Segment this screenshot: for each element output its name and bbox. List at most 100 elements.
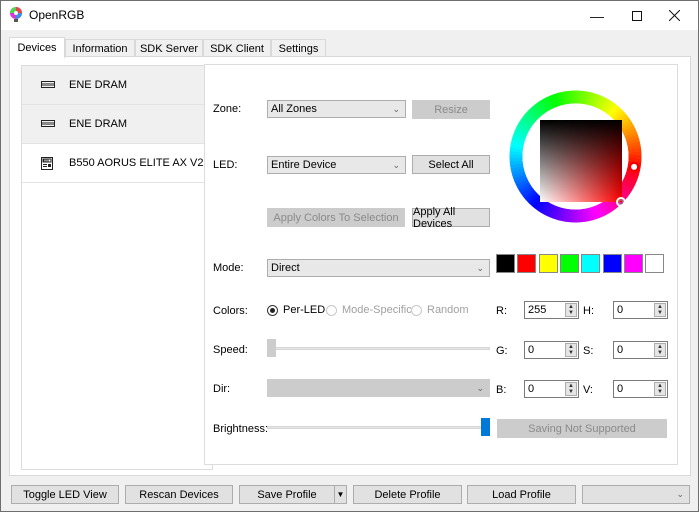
hue-segment	[573, 90, 578, 104]
saturation-value-shade	[540, 120, 622, 202]
color-swatch[interactable]	[559, 254, 579, 273]
mode-label: Mode:	[213, 262, 244, 274]
color-wheel[interactable]	[509, 90, 642, 223]
hue-spinbox[interactable]: 0 ▲ ▼	[613, 301, 668, 319]
save-profile-label: Save Profile	[257, 488, 317, 501]
led-label: LED:	[213, 159, 238, 171]
led-select[interactable]: Entire Device ⌄	[267, 156, 406, 174]
mode-specific-label: Mode-Specific	[342, 304, 412, 316]
per-led-radio[interactable]: Per-LED	[267, 304, 325, 316]
close-icon	[668, 10, 680, 21]
spin-arrows-icon[interactable]: ▲ ▼	[654, 382, 666, 396]
radio-unchecked-icon	[411, 304, 422, 316]
red-spinbox[interactable]: 255 ▲ ▼	[524, 301, 579, 319]
value-value: 0	[617, 383, 624, 395]
select-all-button[interactable]: Select All	[412, 155, 490, 174]
tab-information[interactable]: Information	[65, 39, 135, 57]
red-value: 255	[528, 304, 547, 316]
spin-arrows-icon[interactable]: ▲ ▼	[654, 343, 666, 357]
device-item[interactable]: ENE DRAM	[22, 66, 212, 105]
zone-label: Zone:	[213, 103, 242, 115]
colors-label: Colors:	[213, 305, 248, 317]
spin-arrows-icon[interactable]: ▲ ▼	[654, 303, 666, 317]
mode-specific-radio[interactable]: Mode-Specific	[326, 304, 412, 316]
blue-spinbox[interactable]: 0 ▲ ▼	[524, 380, 579, 398]
save-to-device-button[interactable]: Saving Not Supported	[497, 419, 667, 438]
hue-handle[interactable]	[629, 161, 640, 172]
apply-all-devices-button[interactable]: Apply All Devices	[412, 205, 490, 230]
motherboard-icon	[41, 156, 53, 170]
resize-button[interactable]: Resize	[412, 100, 490, 119]
close-button[interactable]	[651, 1, 697, 30]
dir-label: Dir:	[213, 383, 231, 395]
tab-label: Devices	[17, 42, 57, 54]
tab-sdk-client[interactable]: SDK Client	[203, 39, 271, 57]
openrgb-logo-icon	[10, 7, 22, 22]
device-name: B550 AORUS ELITE AX V2	[69, 157, 204, 169]
blue-value: 0	[528, 383, 535, 395]
mode-select-value: Direct	[271, 262, 300, 274]
color-swatch[interactable]	[496, 254, 515, 273]
color-swatch[interactable]	[581, 254, 601, 273]
saving-not-supported-label: Saving Not Supported	[528, 422, 636, 435]
load-profile-button[interactable]: Load Profile	[467, 485, 576, 504]
g-label: G:	[496, 345, 508, 357]
delete-profile-button[interactable]: Delete Profile	[353, 485, 462, 504]
saturation-value: 0	[617, 344, 624, 356]
title-bar: OpenRGB —	[1, 1, 698, 30]
toggle-led-view-label: Toggle LED View	[23, 488, 107, 501]
chevron-down-icon: ⌄	[392, 104, 400, 114]
tab-sdk-server[interactable]: SDK Server	[135, 39, 203, 57]
spin-arrows-icon[interactable]: ▲ ▼	[565, 303, 577, 317]
mode-select[interactable]: Direct ⌄	[267, 259, 490, 277]
color-swatch[interactable]	[602, 254, 622, 273]
zone-select[interactable]: All Zones ⌄	[267, 100, 406, 118]
chevron-down-icon: ⌄	[476, 383, 484, 393]
radio-checked-icon	[267, 304, 278, 316]
color-swatch[interactable]	[623, 254, 643, 273]
brightness-slider-track[interactable]	[267, 426, 490, 429]
r-label: R:	[496, 305, 507, 317]
brightness-slider-thumb[interactable]	[481, 418, 490, 436]
v-label: V:	[583, 384, 593, 396]
value-spinbox[interactable]: 0 ▲ ▼	[613, 380, 668, 398]
select-all-label: Select All	[428, 158, 474, 171]
rescan-devices-button[interactable]: Rescan Devices	[125, 485, 233, 504]
speed-slider-thumb[interactable]	[267, 339, 276, 357]
tab-settings[interactable]: Settings	[271, 39, 326, 57]
window-title: OpenRGB	[29, 8, 85, 22]
spin-arrows-icon[interactable]: ▲ ▼	[565, 343, 577, 357]
save-profile-button[interactable]: Save Profile	[239, 485, 335, 504]
load-profile-label: Load Profile	[492, 488, 551, 501]
spin-arrows-icon[interactable]: ▲ ▼	[565, 382, 577, 396]
color-swatch[interactable]	[645, 254, 665, 273]
random-radio[interactable]: Random	[411, 304, 469, 316]
toggle-led-view-button[interactable]: Toggle LED View	[11, 485, 119, 504]
device-item[interactable]: ENE DRAM	[22, 105, 212, 144]
color-swatch[interactable]	[517, 254, 537, 273]
hue-segment	[573, 209, 578, 223]
led-select-value: Entire Device	[271, 159, 337, 171]
tab-label: Settings	[278, 42, 319, 55]
apply-colors-to-selection-button[interactable]: Apply Colors To Selection	[267, 208, 405, 227]
profile-select[interactable]: ⌄	[582, 485, 690, 504]
chevron-down-icon: ⌄	[676, 489, 684, 499]
direction-select[interactable]: ⌄	[267, 379, 490, 397]
save-profile-dropdown-button[interactable]: ▼	[334, 485, 347, 504]
apply-all-label: Apply All Devices	[413, 205, 456, 230]
green-spinbox[interactable]: 0 ▲ ▼	[524, 341, 579, 359]
device-list: ENE DRAM ENE DRAM B550 AORUS ELITE AX V2	[21, 65, 213, 470]
tab-label: SDK Server	[139, 42, 199, 55]
chevron-down-icon: ⌄	[392, 160, 400, 170]
speed-slider-track[interactable]	[267, 347, 490, 350]
tab-devices[interactable]: Devices	[9, 37, 65, 58]
saturation-spinbox[interactable]: 0 ▲ ▼	[613, 341, 668, 359]
brightness-label: Brightness:	[213, 423, 269, 435]
device-item-selected[interactable]: B550 AORUS ELITE AX V2	[22, 144, 212, 183]
b-label: B:	[496, 384, 507, 396]
maximize-icon	[632, 10, 642, 21]
tab-label: SDK Client	[210, 42, 264, 55]
speed-label: Speed:	[213, 344, 248, 356]
color-swatch[interactable]	[538, 254, 558, 273]
zone-select-value: All Zones	[271, 103, 317, 115]
